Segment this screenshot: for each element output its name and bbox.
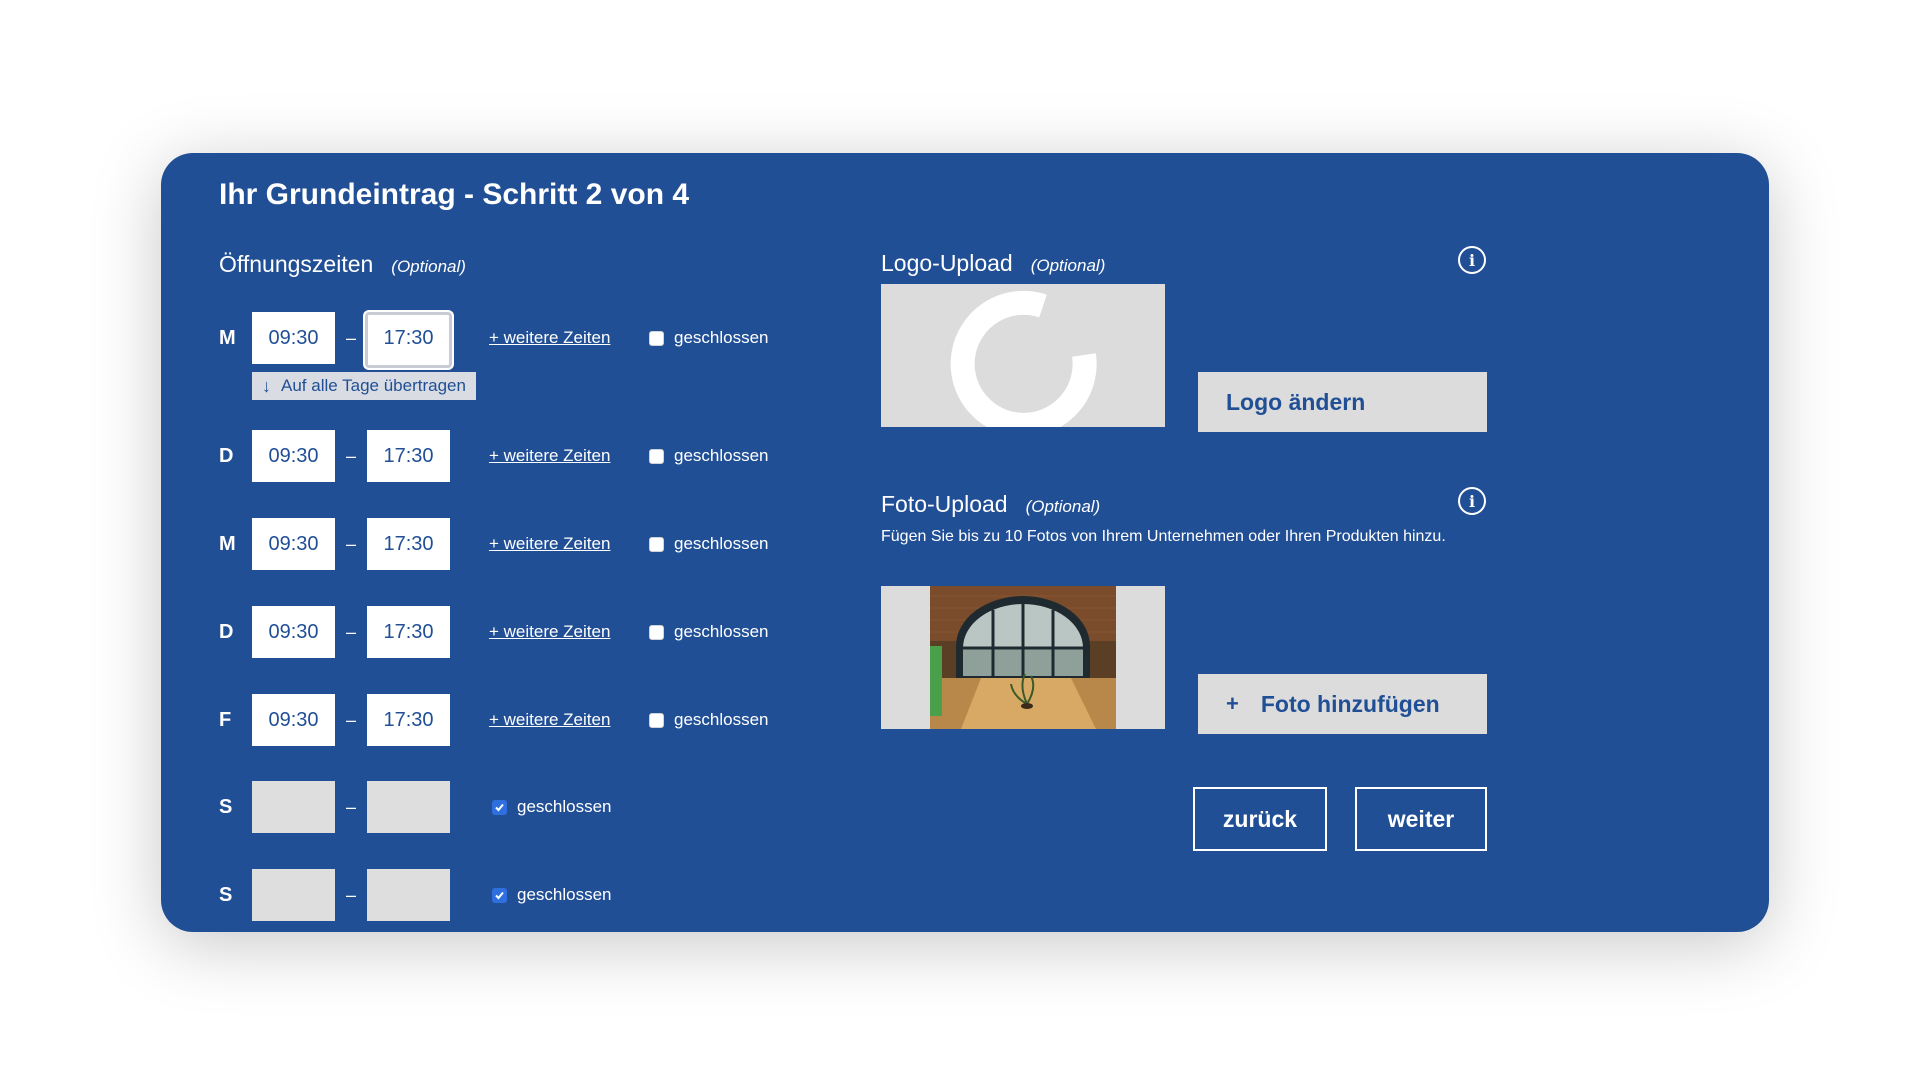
time-separator: – — [345, 328, 356, 348]
back-button[interactable]: zurück — [1193, 787, 1327, 851]
day-label-monday: M — [219, 327, 236, 349]
tuesday-closed-checkbox[interactable]: geschlossen — [649, 429, 769, 483]
thursday-close-time-input[interactable]: 17:30 — [367, 606, 450, 658]
closed-label: geschlossen — [674, 534, 769, 553]
sunday-close-time-input[interactable] — [367, 869, 450, 921]
thursday-closed-checkbox[interactable]: geschlossen — [649, 605, 769, 659]
add-photo-label: Foto hinzufügen — [1260, 690, 1440, 717]
friday-open-time-input[interactable]: 09:30 — [252, 694, 335, 746]
saturday-open-time-input[interactable] — [252, 781, 335, 833]
photo-thumbnail-image — [930, 586, 1116, 729]
wednesday-close-time-input[interactable]: 17:30 — [367, 518, 450, 570]
sunday-open-time-input[interactable] — [252, 869, 335, 921]
wednesday-more-times-link[interactable]: + weitere Zeiten — [489, 517, 610, 571]
next-label: weiter — [1387, 805, 1455, 832]
closed-label: geschlossen — [674, 622, 769, 641]
registration-card: Ihr Grundeintrag - Schritt 2 von 4 Öffnu… — [161, 153, 1769, 932]
wednesday-closed-checkbox[interactable]: geschlossen — [649, 517, 769, 571]
checkbox-checked-box[interactable] — [492, 887, 507, 903]
monday-closed-checkbox[interactable]: geschlossen — [649, 311, 769, 365]
time-separator: – — [345, 622, 356, 642]
next-button[interactable]: weiter — [1355, 787, 1487, 851]
time-separator: – — [345, 446, 356, 466]
tuesday-open-time-input[interactable]: 09:30 — [252, 430, 335, 482]
logo-placeholder-icon — [950, 290, 1097, 427]
copy-to-all-days-button[interactable]: ↓ Auf alle Tage übertragen — [252, 372, 476, 400]
monday-open-time-input[interactable]: 09:30 — [252, 312, 335, 364]
opening-hours-heading: Öffnungszeiten (Optional) — [219, 249, 466, 282]
checkbox-box[interactable] — [649, 712, 664, 728]
logo-upload-label: Logo-Upload — [881, 250, 1013, 276]
arrow-down-icon: ↓ — [262, 376, 271, 396]
closed-label: geschlossen — [674, 328, 769, 347]
info-glyph: i — [1468, 491, 1476, 511]
logo-upload-heading: Logo-Upload (Optional) — [881, 248, 1105, 281]
time-separator: – — [345, 534, 356, 554]
closed-label: geschlossen — [517, 797, 612, 816]
tuesday-more-times-link[interactable]: + weitere Zeiten — [489, 429, 610, 483]
thursday-more-times-link[interactable]: + weitere Zeiten — [489, 605, 610, 659]
day-label-friday: F — [219, 709, 232, 731]
back-label: zurück — [1222, 805, 1298, 832]
day-label-saturday: S — [219, 796, 233, 818]
checkbox-box[interactable] — [649, 330, 664, 346]
friday-close-time-input[interactable]: 17:30 — [367, 694, 450, 746]
monday-close-time-input[interactable]: 17:30 — [365, 312, 452, 368]
friday-more-times-link[interactable]: + weitere Zeiten — [489, 693, 610, 747]
copy-to-all-days-label: Auf alle Tage übertragen — [281, 376, 466, 395]
day-label-thursday: D — [219, 621, 234, 643]
photo-upload-description: Fügen Sie bis zu 10 Fotos von Ihrem Unte… — [881, 528, 1446, 545]
day-label-wednesday: M — [219, 533, 236, 555]
tuesday-close-time-input[interactable]: 17:30 — [367, 430, 450, 482]
optional-label: (Optional) — [1030, 256, 1106, 275]
saturday-close-time-input[interactable] — [367, 781, 450, 833]
day-label-sunday: S — [219, 884, 233, 906]
time-separator: – — [345, 797, 356, 817]
photo-preview[interactable] — [881, 586, 1165, 729]
checkbox-box[interactable] — [649, 624, 664, 640]
logo-preview — [881, 284, 1165, 427]
checkbox-checked-box[interactable] — [492, 799, 507, 815]
monday-more-times-link[interactable]: + weitere Zeiten — [489, 311, 610, 365]
info-glyph: i — [1468, 250, 1476, 270]
thursday-open-time-input[interactable]: 09:30 — [252, 606, 335, 658]
time-separator: – — [345, 885, 356, 905]
change-logo-label: Logo ändern — [1226, 388, 1366, 415]
time-separator: – — [345, 710, 356, 730]
photo-info-icon[interactable]: i — [1458, 487, 1486, 515]
closed-label: geschlossen — [674, 446, 769, 465]
friday-closed-checkbox[interactable]: geschlossen — [649, 693, 769, 747]
optional-label: (Optional) — [1025, 497, 1101, 516]
optional-label: (Optional) — [391, 257, 466, 276]
plus-icon: + — [1226, 691, 1239, 716]
checkbox-box[interactable] — [649, 448, 664, 464]
page-title: Ihr Grundeintrag - Schritt 2 von 4 — [219, 178, 690, 211]
photo-upload-heading: Foto-Upload (Optional) — [881, 489, 1100, 522]
closed-label: geschlossen — [674, 710, 769, 729]
opening-hours-label: Öffnungszeiten — [219, 251, 374, 277]
change-logo-button[interactable]: Logo ändern — [1198, 372, 1487, 432]
closed-label: geschlossen — [517, 885, 612, 904]
add-photo-button[interactable]: + Foto hinzufügen — [1198, 674, 1487, 734]
day-label-tuesday: D — [219, 445, 234, 467]
checkbox-box[interactable] — [649, 536, 664, 552]
wednesday-open-time-input[interactable]: 09:30 — [252, 518, 335, 570]
sunday-closed-checkbox[interactable]: geschlossen — [492, 868, 612, 922]
logo-info-icon[interactable]: i — [1458, 246, 1486, 274]
saturday-closed-checkbox[interactable]: geschlossen — [492, 780, 612, 834]
photo-upload-label: Foto-Upload — [881, 491, 1008, 517]
